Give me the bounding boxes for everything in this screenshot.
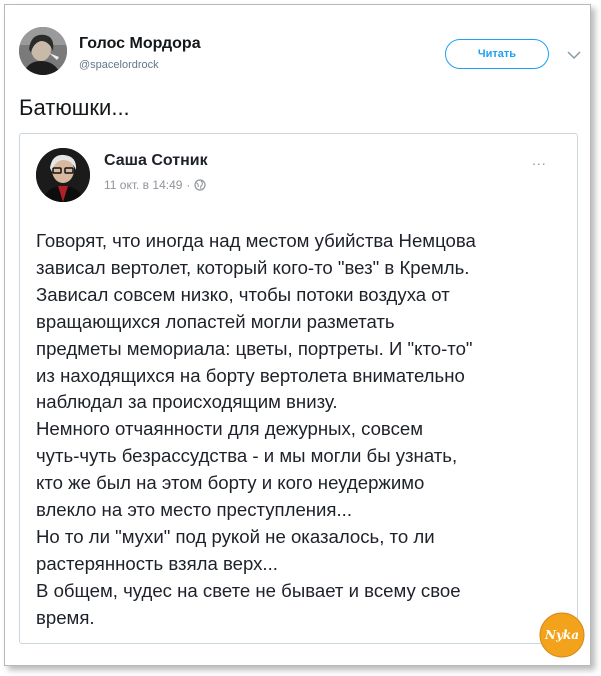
quoted-author-name[interactable]: Саша Сотник (104, 152, 208, 170)
globe-icon (194, 179, 207, 191)
text-line: чуть-чуть безрассудства - и мы могли бы … (36, 445, 458, 467)
tweet-text: Батюшки... (19, 95, 130, 120)
quoted-post[interactable]: Саша Сотник 11 окт. в 14:49 · ... Говоря… (19, 133, 578, 644)
author-avatar[interactable] (19, 27, 67, 75)
text-line: кто же был на этом борту и кого неудержи… (36, 472, 425, 494)
quoted-post-meta: 11 окт. в 14:49 · (104, 178, 207, 192)
text-line: влекло на это место преступления... (36, 499, 353, 521)
tweet-card: Голос Мордора @spacelordrock Читать Батю… (4, 4, 591, 666)
text-line: время. (36, 606, 95, 628)
text-line: Зависал совсем низко, чтобы потоки возду… (36, 283, 450, 305)
more-options-button[interactable]: ... (532, 152, 547, 168)
follow-button[interactable]: Читать (445, 39, 549, 69)
text-line: Но то ли "мухи" под рукой не оказалось, … (36, 525, 435, 547)
text-line: вращающихся лопастей могли разметать (36, 310, 395, 332)
text-line: Немного отчаянности для дежурных, совсем (36, 418, 424, 440)
author-handle[interactable]: @spacelordrock (79, 59, 159, 71)
quoted-timestamp[interactable]: 11 окт. в 14:49 (104, 178, 182, 192)
text-line: наблюдал за происходящим внизу. (36, 391, 338, 413)
watermark-text: Nyka (544, 628, 579, 642)
text-line: зависал вертолет, который кого-то "вез" … (36, 256, 470, 278)
chevron-down-icon[interactable] (567, 47, 581, 60)
text-line: предметы мемориала: цветы, портреты. И "… (36, 337, 473, 359)
quoted-author-avatar[interactable] (36, 148, 90, 202)
meta-separator: · (186, 178, 191, 192)
text-line: Говорят, что иногда над местом убийства … (36, 230, 476, 251)
quoted-post-text: Говорят, что иногда над местом убийства … (36, 228, 566, 632)
author-name[interactable]: Голос Мордора (79, 35, 201, 53)
text-line: В общем, чудес на свете не бывает и всем… (36, 579, 461, 601)
watermark-logo: Nyka (538, 611, 586, 659)
text-line: растерянность взяла верх... (36, 552, 278, 574)
text-line: из находящихся на борту вертолета внимат… (36, 364, 465, 386)
